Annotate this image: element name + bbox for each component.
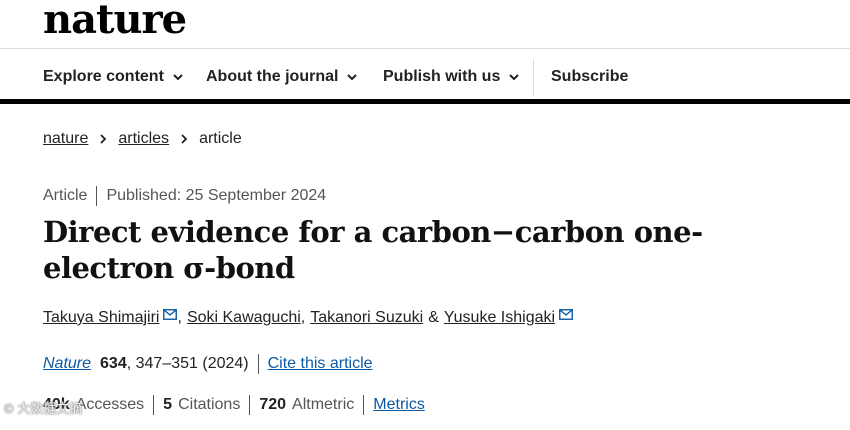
breadcrumb: nature articles article	[43, 130, 242, 148]
divider	[363, 395, 365, 415]
citation-line: Nature 634 , 347–351 (2024) Cite this ar…	[43, 354, 373, 374]
pages-year: , 347–351 (2024)	[126, 355, 249, 372]
breadcrumb-nature[interactable]: nature	[43, 130, 88, 148]
chevron-down-icon	[347, 74, 358, 81]
author-list: Takuya Shimajiri , Soki Kawaguchi , Taka…	[43, 308, 573, 327]
chevron-right-icon	[181, 134, 188, 144]
main-nav: Explore content About the journal Publis…	[0, 48, 850, 104]
subscribe-label: Subscribe	[551, 68, 629, 85]
nav-explore-content[interactable]: Explore content	[43, 49, 184, 105]
published-date: Published: 25 September 2024	[106, 187, 327, 204]
breadcrumb-articles[interactable]: articles	[118, 130, 169, 148]
author-link[interactable]: Takanori Suzuki	[310, 309, 423, 327]
altmetric-score: 720	[259, 396, 287, 413]
author-separator: ,	[300, 309, 306, 326]
divider	[153, 395, 155, 415]
divider	[249, 395, 251, 415]
author-link[interactable]: Yusuke Ishigaki	[444, 309, 555, 327]
volume: 634	[100, 355, 127, 372]
watermark: © 大数据文摘	[4, 401, 83, 416]
nav-item-label: Publish with us	[383, 68, 501, 85]
header: nature	[0, 0, 850, 48]
author-link[interactable]: Takuya Shimajiri	[43, 309, 159, 327]
nature-logo[interactable]: nature	[43, 0, 187, 42]
envelope-icon[interactable]	[163, 308, 178, 320]
article-type: Article	[43, 187, 88, 204]
nav-about-journal[interactable]: About the journal	[206, 49, 358, 105]
nav-item-label: About the journal	[206, 68, 339, 85]
author-separator: &	[428, 309, 439, 326]
envelope-icon[interactable]	[559, 308, 573, 320]
journal-link[interactable]: Nature	[43, 355, 91, 373]
metrics-link[interactable]: Metrics	[373, 396, 425, 414]
chevron-down-icon	[173, 74, 183, 81]
article-metrics: 40k Accesses 5 Citations 720 Altmetric M…	[43, 395, 425, 415]
cite-this-article-link[interactable]: Cite this article	[268, 355, 373, 373]
accesses-label: Accesses	[75, 396, 145, 413]
citations-count: 5	[163, 396, 173, 413]
divider	[96, 186, 98, 206]
chevron-right-icon	[100, 134, 107, 144]
nav-item-label: Explore content	[43, 68, 164, 85]
nav-publish-with-us[interactable]: Publish with us	[383, 49, 520, 105]
divider	[257, 354, 259, 374]
article-title: Direct evidence for a carbon−carbon one-…	[43, 215, 703, 285]
subscribe-button[interactable]: Subscribe	[551, 49, 628, 105]
altmetric-label: Altmetric	[292, 396, 355, 413]
nav-divider	[533, 59, 534, 97]
chevron-down-icon	[509, 74, 520, 81]
author-separator: ,	[177, 309, 182, 326]
citations-label: Citations	[178, 396, 241, 413]
breadcrumb-current: article	[199, 130, 242, 147]
author-link[interactable]: Soki Kawaguchi	[187, 309, 301, 327]
article-meta: Article Published: 25 September 2024	[43, 186, 326, 206]
